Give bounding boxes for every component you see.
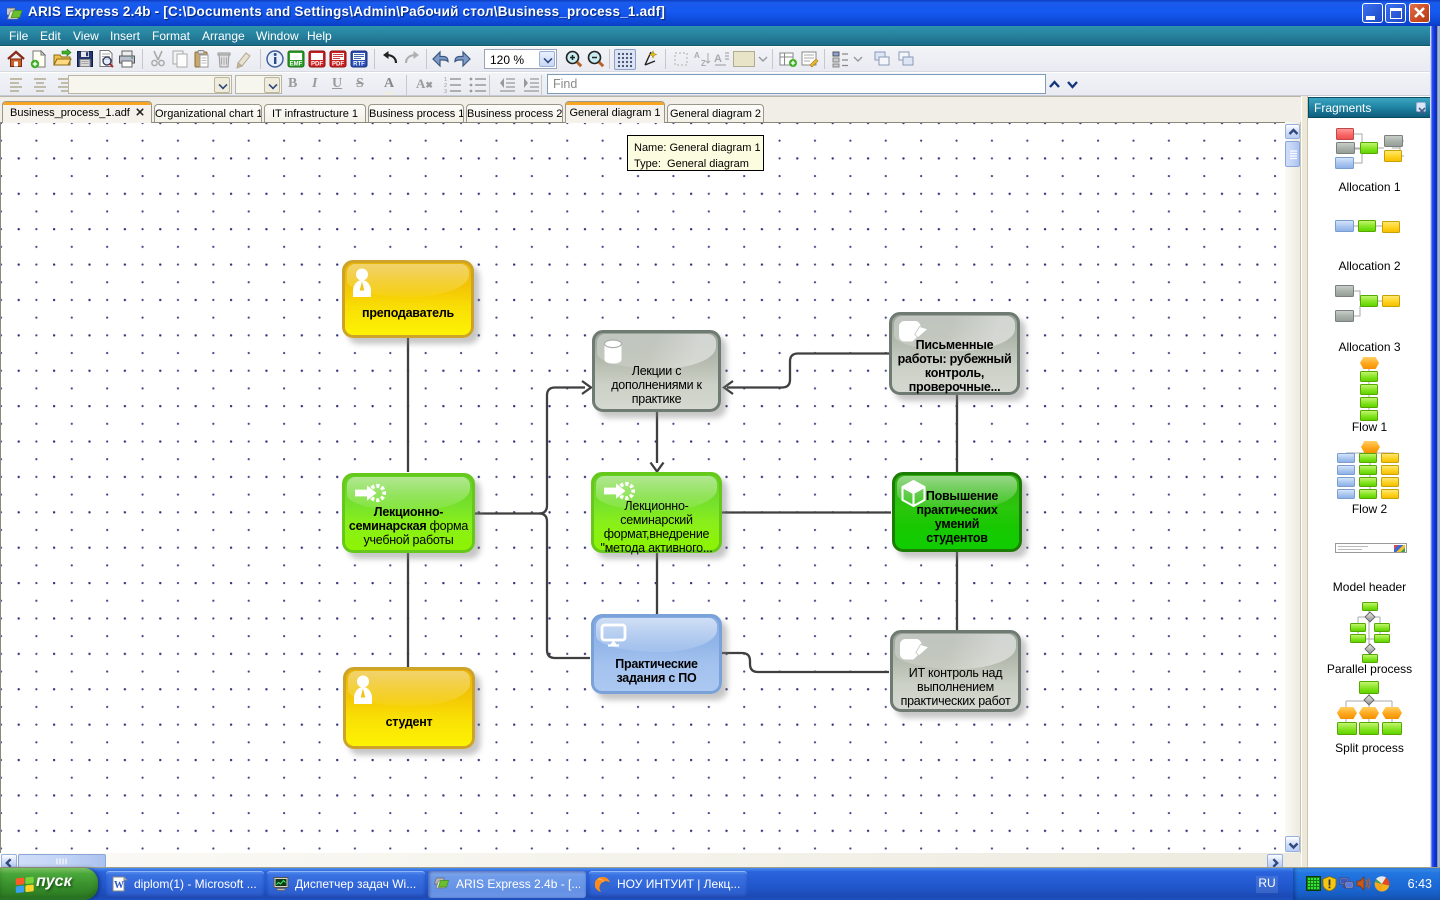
svg-text:RTF: RTF <box>353 62 365 68</box>
svg-text:PDF: PDF <box>311 62 323 68</box>
svg-text:Z: Z <box>701 59 706 68</box>
svg-text:A: A <box>694 51 700 60</box>
svg-text:PDF: PDF <box>332 62 344 68</box>
svg-text:W: W <box>114 880 124 891</box>
svg-text:A: A <box>714 53 722 65</box>
svg-text:3: 3 <box>444 89 447 94</box>
svg-text:EMF: EMF <box>290 62 303 68</box>
